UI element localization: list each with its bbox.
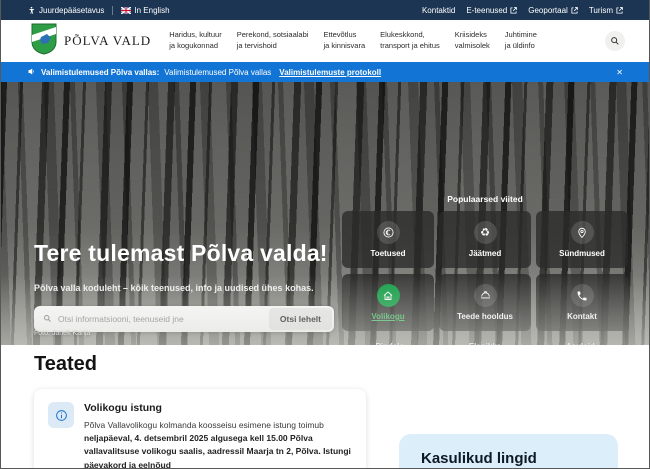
site-name: PÕLVA VALD (64, 33, 151, 49)
hero-section: Tere tulemast Põlva valda! Põlva valla k… (1, 82, 649, 345)
header-search-button[interactable] (605, 31, 625, 51)
notice-text-bold: neljapäeval, 4. detsembril 2025 algusega… (84, 433, 321, 456)
topbar-divider (112, 6, 113, 15)
hero-search-bar: Otsi lehelt (34, 306, 334, 332)
accessibility-icon (27, 6, 36, 15)
search-submit-button[interactable]: Otsi lehelt (269, 308, 332, 330)
nav-label: ja kinnisvara (323, 41, 365, 50)
recycle-icon: ♻ (474, 221, 497, 244)
topbar-link-label: Turism (589, 6, 613, 15)
topbar: Juurdepääsetavus In English Kontaktid E-… (1, 0, 649, 20)
photo-credit: Foto: Janek Kanja (34, 330, 90, 337)
tile-teede-hooldus[interactable]: Teede hooldus (439, 274, 531, 331)
nav-item-ettevotlus[interactable]: Ettevõtlus ja kinnisvara (323, 30, 365, 52)
euro-coin-icon (377, 221, 400, 244)
topbar-link-eteenused[interactable]: E-teenused (466, 6, 517, 15)
accessibility-label: Juurdepääsetavus (39, 6, 104, 15)
tile-label: Sündmused (559, 249, 605, 258)
tile-volikogu[interactable]: Volikogu (342, 274, 434, 331)
topbar-link-geoportaal[interactable]: Geoportaal (528, 6, 578, 15)
nav-label: ja tervishoid (237, 41, 277, 50)
nav-label: Elukeskkond, (380, 30, 425, 39)
topbar-link-turism[interactable]: Turism (589, 6, 623, 15)
alert-protocol-link[interactable]: Valimistulemuste protokoll (279, 68, 381, 77)
nav-label: Juhtimine (505, 30, 537, 39)
search-icon (43, 310, 52, 328)
close-icon[interactable]: ✕ (616, 68, 623, 77)
map-pin-icon (571, 221, 594, 244)
nav-item-perekond[interactable]: Perekond, sotsiaalabi ja tervishoid (237, 30, 309, 52)
alert-bold-text: Valimistulemused Põlva vallas: (41, 68, 159, 77)
nav-item-kriisideks[interactable]: Kriisideks valmisolek (455, 30, 490, 52)
main-nav: Haridus, kultuur ja kogukonnad Perekond,… (169, 30, 605, 52)
home-icon (377, 284, 400, 307)
useful-links-heading: Kasulikud lingid (421, 450, 618, 467)
site-logo[interactable]: PÕLVA VALD (31, 23, 151, 60)
nav-label: Kriisideks (455, 30, 487, 39)
site-search-input[interactable] (58, 314, 263, 324)
content-section: Teated Volikogu istung Põlva Vallavoliko… (1, 345, 649, 469)
hero-title: Tere tulemast Põlva valda! (34, 240, 328, 267)
tile-label: Toetused (371, 249, 406, 258)
topbar-link-label: E-teenused (466, 6, 507, 15)
tile-kontakt[interactable]: Kontakt (536, 274, 628, 331)
quicklinks-title: Populaarsed viited (342, 194, 628, 204)
hero-subtitle: Põlva valla koduleht – kõik teenused, in… (34, 283, 314, 293)
nav-item-juhtimine[interactable]: Juhtimine ja üldinfo (505, 30, 537, 52)
topbar-link-kontaktid[interactable]: Kontaktid (422, 6, 455, 15)
tile-label: Kontakt (567, 312, 597, 321)
external-link-icon (510, 7, 517, 14)
nav-item-haridus[interactable]: Haridus, kultuur ja kogukonnad (169, 30, 222, 52)
tile-toetused[interactable]: Toetused (342, 211, 434, 268)
nav-label: ja kogukonnad (169, 41, 218, 50)
teated-heading: Teated (34, 353, 97, 376)
topbar-link-label: Geoportaal (528, 6, 568, 15)
uk-flag-icon (121, 7, 131, 14)
nav-label: Haridus, kultuur (169, 30, 222, 39)
nav-label: Ettevõtlus (323, 30, 356, 39)
notice-body: Põlva Vallavolikogu kolmanda koosseisu e… (84, 419, 352, 469)
useful-links-panel: Kasulikud lingid (399, 434, 618, 469)
accessibility-link[interactable]: Juurdepääsetavus (27, 6, 104, 15)
external-link-icon (616, 7, 623, 14)
helmet-icon (474, 284, 497, 307)
language-label: In English (134, 6, 169, 15)
info-icon (48, 402, 74, 428)
main-header: PÕLVA VALD Haridus, kultuur ja kogukonna… (1, 20, 649, 62)
nav-item-elukeskkond[interactable]: Elukeskkond, transport ja ehitus (380, 30, 440, 52)
tile-label: Jäätmed (469, 249, 501, 258)
phone-icon (571, 284, 594, 307)
nav-label: transport ja ehitus (380, 41, 440, 50)
search-icon (610, 34, 620, 49)
alert-banner: Valimistulemused Põlva vallas: Valimistu… (1, 62, 649, 82)
polva-vald-homepage: Juurdepääsetavus In English Kontaktid E-… (0, 0, 650, 469)
tile-sundmused[interactable]: Sündmused (536, 211, 628, 268)
language-switch[interactable]: In English (121, 6, 169, 15)
notice-text: Põlva Vallavolikogu kolmanda koosseisu e… (84, 420, 324, 430)
tile-label: Teede hooldus (457, 312, 513, 321)
nav-label: valmisolek (455, 41, 490, 50)
coat-of-arms-icon (31, 23, 57, 60)
external-link-icon (571, 7, 578, 14)
quicklink-tiles: Toetused ♻ Jäätmed Sündmused Volikogu (342, 211, 628, 331)
tile-jaatmed[interactable]: ♻ Jäätmed (439, 211, 531, 268)
alert-text: Valimistulemused Põlva vallas (164, 68, 271, 77)
tile-label: Volikogu (371, 312, 404, 321)
announcement-icon (27, 67, 36, 78)
notice-card[interactable]: Volikogu istung Põlva Vallavolikogu kolm… (34, 389, 366, 469)
topbar-link-label: Kontaktid (422, 6, 455, 15)
notice-title: Volikogu istung (84, 402, 352, 414)
nav-label: Perekond, sotsiaalabi (237, 30, 309, 39)
nav-label: ja üldinfo (505, 41, 535, 50)
notice-content: Volikogu istung Põlva Vallavolikogu kolm… (84, 402, 352, 469)
